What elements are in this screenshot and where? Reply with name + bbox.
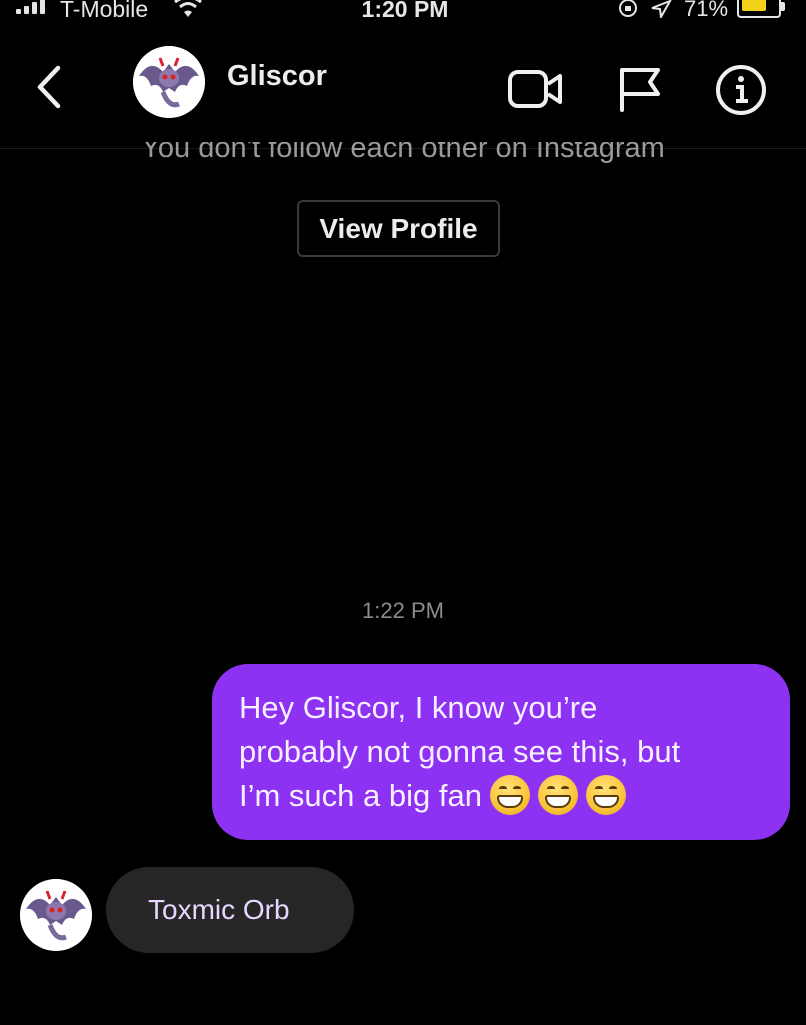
battery-icon <box>737 0 781 18</box>
sent-message-line: Hey Gliscor, I know you’re <box>239 690 598 725</box>
received-message-text: Toxmic Orb <box>148 894 290 925</box>
status-time: 1:20 PM <box>361 0 449 22</box>
grinning-face-emoji-icon <box>537 774 578 815</box>
battery-percent: 71% <box>684 0 729 21</box>
sent-message-bubble[interactable]: Hey Gliscor, I know you’re probably not … <box>212 664 790 840</box>
view-profile-button[interactable]: View Profile <box>297 200 500 257</box>
sent-message-last-line: I’m such a big fan <box>239 774 762 818</box>
contact-avatar[interactable] <box>133 46 205 118</box>
wifi-icon <box>174 0 202 17</box>
video-call-icon[interactable] <box>506 66 564 112</box>
grinning-face-emoji-icon <box>489 774 530 815</box>
gliscor-avatar-icon <box>20 879 92 951</box>
contact-name[interactable]: Gliscor <box>227 60 327 93</box>
follow-status-note: You don't follow each other on Instagram <box>141 132 665 164</box>
location-arrow-icon <box>651 0 672 18</box>
back-chevron-icon[interactable] <box>30 62 70 112</box>
gliscor-avatar-icon <box>133 46 205 118</box>
sender-avatar[interactable] <box>20 879 92 951</box>
battery-fill <box>742 0 766 11</box>
battery-tip <box>781 2 785 11</box>
message-timestamp: 1:22 PM <box>362 598 444 623</box>
sent-message-line: probably not gonna see this, but <box>239 734 681 769</box>
info-icon[interactable] <box>714 63 768 117</box>
orientation-lock-icon <box>619 0 637 17</box>
flag-icon[interactable] <box>614 64 666 114</box>
sent-message-line: I’m such a big fan <box>239 778 482 813</box>
cell-signal-icon <box>16 0 45 14</box>
status-bar: T-Mobile 1:20 PM 71% <box>0 0 806 28</box>
carrier-label: T-Mobile <box>60 0 149 22</box>
received-message-bubble[interactable]: Toxmic Orb <box>106 867 354 953</box>
grinning-face-emoji-icon <box>585 774 626 815</box>
emoji-group <box>489 774 626 815</box>
